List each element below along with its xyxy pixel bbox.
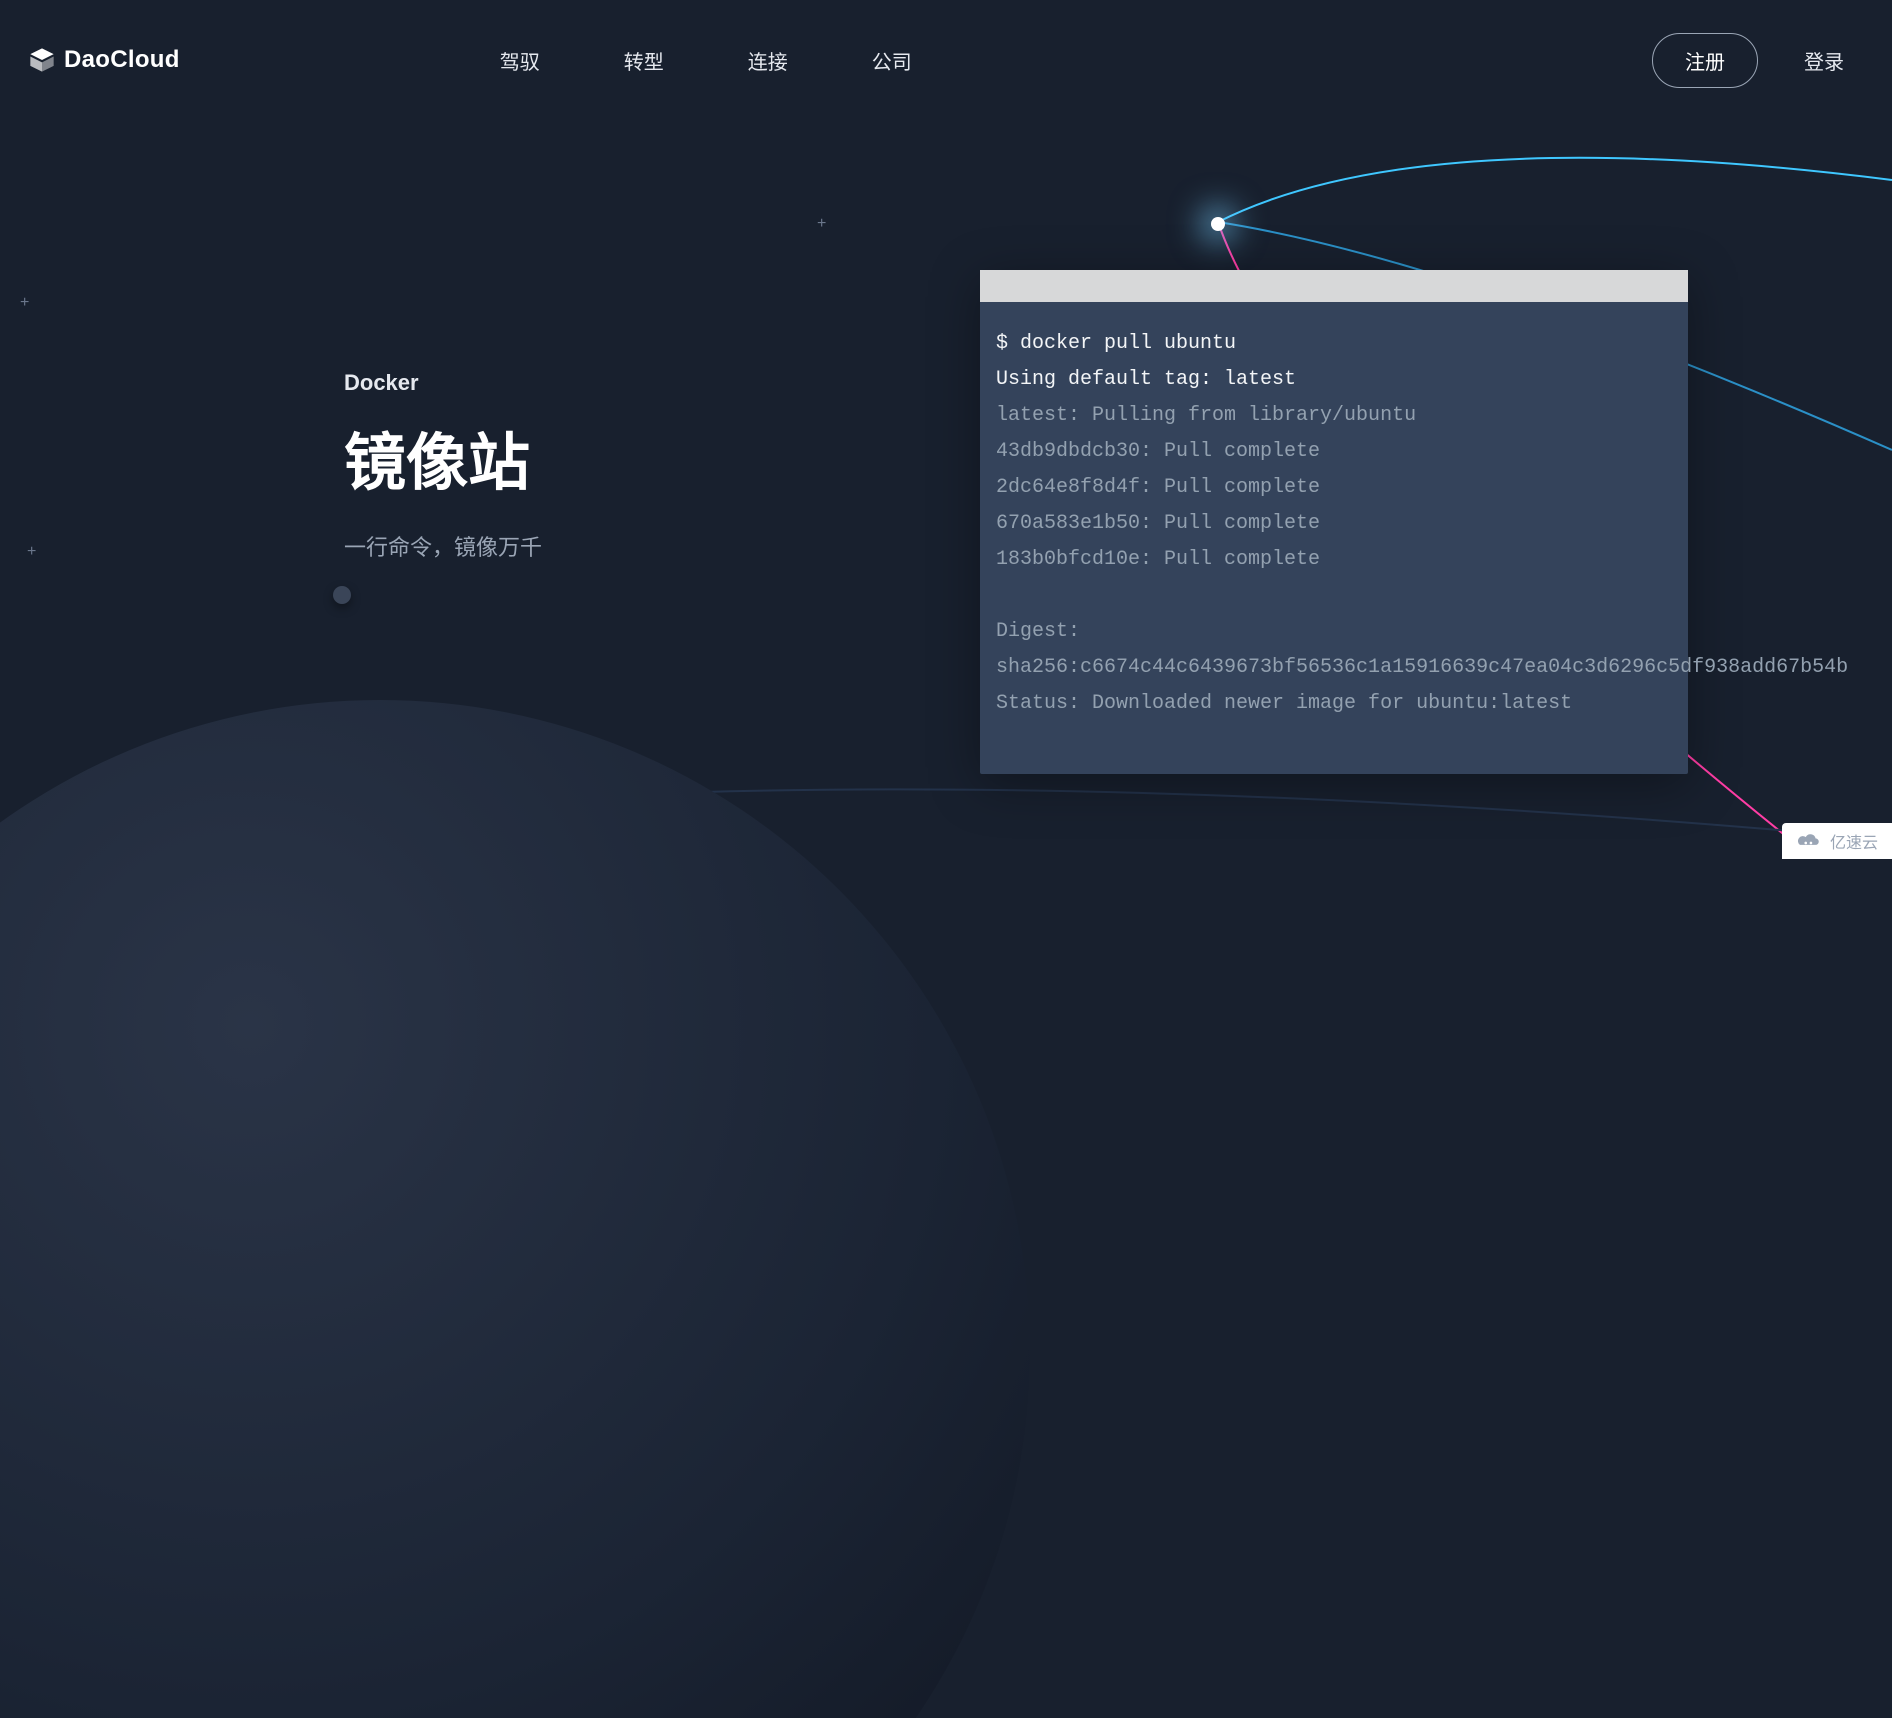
nav-item-transform[interactable]: 转型 xyxy=(624,46,664,75)
watermark-text: 亿速云 xyxy=(1830,829,1878,853)
hero-kicker: Docker xyxy=(344,370,542,396)
decorative-glow-dot xyxy=(1211,217,1225,231)
brand-logo[interactable]: DaoCloud xyxy=(28,46,180,74)
terminal-titlebar xyxy=(980,270,1688,302)
brand-name: DaoCloud xyxy=(64,46,180,74)
nav-item-drive[interactable]: 驾驭 xyxy=(500,46,540,75)
terminal-line: Status: Downloaded newer image for ubunt… xyxy=(996,686,1672,722)
terminal-line xyxy=(996,578,1672,614)
login-link[interactable]: 登录 xyxy=(1804,46,1844,75)
hero-title: 镜像站 xyxy=(344,412,542,502)
terminal-line: Using default tag: latest xyxy=(996,362,1672,398)
nav-right: 注册 登录 xyxy=(1652,33,1844,88)
terminal-output: $ docker pull ubuntuUsing default tag: l… xyxy=(980,302,1688,774)
nav-item-company[interactable]: 公司 xyxy=(872,46,912,75)
terminal-line: 2dc64e8f8d4f: Pull complete xyxy=(996,470,1672,506)
decorative-planet xyxy=(0,700,1030,1718)
nav-item-connect[interactable]: 连接 xyxy=(748,46,788,75)
hero: Docker 镜像站 一行命令，镜像万千 xyxy=(344,370,542,562)
terminal-line: Digest: sha256:c6674c44c6439673bf56536c1… xyxy=(996,614,1672,686)
cloud-icon xyxy=(1796,833,1822,849)
terminal-window: $ docker pull ubuntuUsing default tag: l… xyxy=(980,270,1688,774)
decorative-plus-icon: + xyxy=(20,294,29,312)
terminal-line: 183b0bfcd10e: Pull complete xyxy=(996,542,1672,578)
decorative-dot xyxy=(333,586,351,604)
signup-button[interactable]: 注册 xyxy=(1652,33,1758,88)
decorative-plus-icon: + xyxy=(817,215,826,233)
terminal-line: latest: Pulling from library/ubuntu xyxy=(996,398,1672,434)
top-nav: DaoCloud 驾驭 转型 连接 公司 注册 登录 xyxy=(0,0,1892,120)
primary-nav: 驾驭 转型 连接 公司 xyxy=(500,46,912,75)
terminal-line: 43db9dbdcb30: Pull complete xyxy=(996,434,1672,470)
terminal-line: 670a583e1b50: Pull complete xyxy=(996,506,1672,542)
hero-tagline: 一行命令，镜像万千 xyxy=(344,530,542,562)
decorative-plus-icon: + xyxy=(27,543,36,561)
terminal-line: $ docker pull ubuntu xyxy=(996,326,1672,362)
brand-logo-icon xyxy=(28,46,56,74)
watermark: 亿速云 xyxy=(1782,823,1892,859)
